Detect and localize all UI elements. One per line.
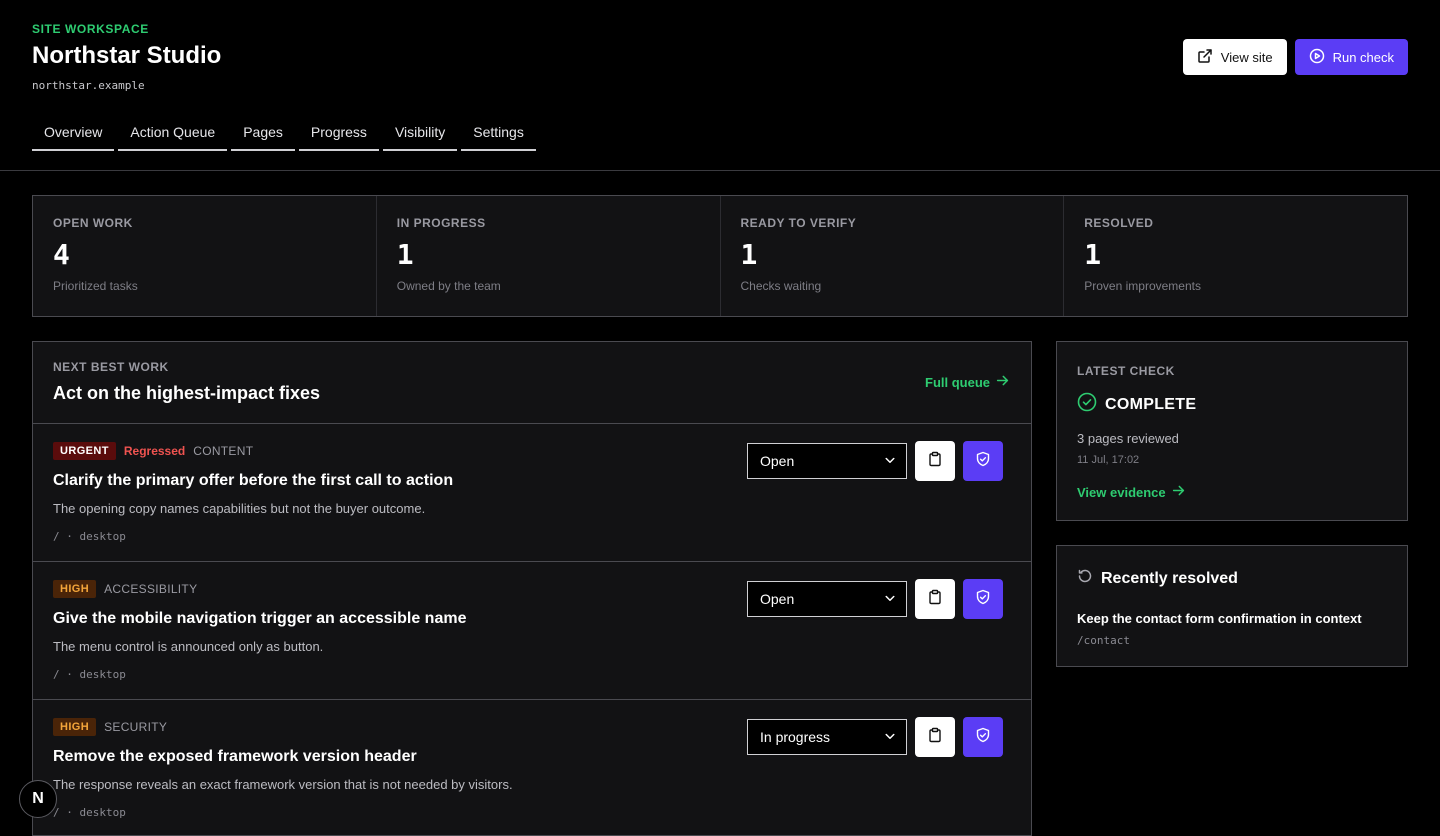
tab-pages[interactable]: Pages xyxy=(231,114,295,151)
recently-resolved-card: Recently resolved Keep the contact form … xyxy=(1056,545,1408,667)
stat-value: 1 xyxy=(740,238,758,271)
stat-value: 1 xyxy=(396,238,414,271)
stat-label: IN PROGRESS xyxy=(396,216,486,230)
priority-badge: HIGH xyxy=(53,580,97,598)
task-meta: / · desktop xyxy=(53,668,126,681)
next-best-work-panel: NEXT BEST WORK Act on the highest-impact… xyxy=(32,341,1032,836)
recently-resolved-header: Recently resolved xyxy=(1077,568,1387,589)
tab-overview[interactable]: Overview xyxy=(32,114,115,151)
task-category: ACCESSIBILITY xyxy=(104,582,198,596)
site-title: Northstar Studio xyxy=(32,42,222,69)
workspace-eyebrow: SITE WORKSPACE xyxy=(32,22,149,36)
external-link-icon xyxy=(1197,48,1213,67)
chevron-down-icon xyxy=(884,591,896,607)
task-description: The opening copy names capabilities but … xyxy=(53,501,426,516)
verify-button[interactable] xyxy=(963,579,1003,619)
check-status: COMPLETE xyxy=(1077,392,1387,417)
resolved-item-title[interactable]: Keep the contact form confirmation in co… xyxy=(1077,611,1387,626)
task-category: SECURITY xyxy=(104,720,168,734)
resolved-item-path: /contact xyxy=(1077,634,1130,647)
status-select[interactable]: Open xyxy=(747,581,907,617)
view-site-label: View site xyxy=(1220,49,1273,65)
header-actions: View site Run check xyxy=(1182,39,1408,75)
run-check-label: Run check xyxy=(1332,49,1394,65)
stat-subtext: Owned by the team xyxy=(396,279,501,293)
shield-check-icon xyxy=(975,589,991,610)
verify-button[interactable] xyxy=(963,717,1003,757)
stat-subtext: Prioritized tasks xyxy=(53,279,138,293)
clipboard-icon xyxy=(927,589,943,610)
task-controls: Open xyxy=(747,579,1003,619)
stat-value: 4 xyxy=(53,238,70,271)
task-row: HIGH SECURITY Remove the exposed framewo… xyxy=(33,700,1031,835)
status-select[interactable]: In progress xyxy=(747,719,907,755)
view-evidence-link[interactable]: View evidence xyxy=(1077,484,1387,500)
full-queue-label: Full queue xyxy=(925,374,990,390)
history-icon xyxy=(1077,568,1093,589)
tab-action-queue[interactable]: Action Queue xyxy=(118,114,228,151)
latest-check-card: LATEST CHECK COMPLETE 3 pages reviewed 1… xyxy=(1056,341,1408,521)
tab-progress[interactable]: Progress xyxy=(298,114,379,151)
site-domain: northstar.example xyxy=(32,79,145,92)
stat-ready-to-verify: READY TO VERIFY 1 Checks waiting xyxy=(721,196,1065,316)
task-controls: In progress xyxy=(747,717,1003,757)
task-row: HIGH ACCESSIBILITY Give the mobile navig… xyxy=(33,562,1031,700)
check-timestamp: 11 Jul, 17:02 xyxy=(1077,454,1140,466)
copy-brief-button[interactable] xyxy=(915,717,955,757)
site-header: SITE WORKSPACE Northstar Studio northsta… xyxy=(0,0,1440,171)
shield-check-icon xyxy=(975,727,991,748)
shield-check-icon xyxy=(975,451,991,472)
stat-label: RESOLVED xyxy=(1084,216,1154,230)
stat-resolved: RESOLVED 1 Proven improvements xyxy=(1064,196,1407,316)
status-select-value: In progress xyxy=(760,729,831,745)
stat-subtext: Checks waiting xyxy=(740,279,822,293)
arrow-right-icon xyxy=(1172,484,1185,500)
tab-settings[interactable]: Settings xyxy=(461,114,536,151)
check-status-text: COMPLETE xyxy=(1105,395,1197,413)
stat-label: READY TO VERIFY xyxy=(740,216,857,230)
copy-brief-button[interactable] xyxy=(915,441,955,481)
recently-resolved-title: Recently resolved xyxy=(1101,569,1238,587)
task-meta: / · desktop xyxy=(53,530,126,543)
status-select-value: Open xyxy=(760,453,795,469)
stats-panel: OPEN WORK 4 Prioritized tasks IN PROGRES… xyxy=(32,195,1408,317)
priority-badge: HIGH xyxy=(53,718,97,736)
task-category: CONTENT xyxy=(193,444,254,458)
stat-open-work: OPEN WORK 4 Prioritized tasks xyxy=(33,196,377,316)
chevron-down-icon xyxy=(884,453,896,469)
task-row: URGENT Regressed CONTENT Clarify the pri… xyxy=(33,424,1031,562)
task-description: The response reveals an exact framework … xyxy=(53,777,513,792)
workspace-tabs: Overview Action Queue Pages Progress Vis… xyxy=(32,114,536,151)
task-description: The menu control is announced only as bu… xyxy=(53,639,324,654)
task-controls: Open xyxy=(747,441,1003,481)
arrow-right-icon xyxy=(996,374,1009,390)
framework-badge-button[interactable]: N xyxy=(19,780,57,818)
priority-badge: URGENT xyxy=(53,442,116,460)
stat-value: 1 xyxy=(1084,238,1102,271)
clipboard-icon xyxy=(927,727,943,748)
run-check-button[interactable]: Run check xyxy=(1294,39,1408,75)
check-circle-icon xyxy=(1077,392,1097,417)
stat-label: OPEN WORK xyxy=(53,216,133,230)
status-select[interactable]: Open xyxy=(747,443,907,479)
copy-brief-button[interactable] xyxy=(915,579,955,619)
work-header: NEXT BEST WORK Act on the highest-impact… xyxy=(33,342,1031,424)
stat-subtext: Proven improvements xyxy=(1084,279,1201,293)
latest-check-eyebrow: LATEST CHECK xyxy=(1077,364,1175,378)
chevron-down-icon xyxy=(884,729,896,745)
work-eyebrow: NEXT BEST WORK xyxy=(53,360,169,374)
regressed-flag: Regressed xyxy=(123,444,186,458)
task-meta: / · desktop xyxy=(53,806,126,819)
view-site-button[interactable]: View site xyxy=(1182,39,1287,75)
status-select-value: Open xyxy=(760,591,795,607)
tab-visibility[interactable]: Visibility xyxy=(382,114,458,151)
view-evidence-label: View evidence xyxy=(1077,484,1166,500)
play-circle-icon xyxy=(1309,48,1325,67)
work-title: Act on the highest-impact fixes xyxy=(53,383,321,403)
full-queue-link[interactable]: Full queue xyxy=(925,374,1009,390)
clipboard-icon xyxy=(927,451,943,472)
verify-button[interactable] xyxy=(963,441,1003,481)
stat-in-progress: IN PROGRESS 1 Owned by the team xyxy=(377,196,721,316)
pages-reviewed: 3 pages reviewed xyxy=(1077,431,1179,446)
